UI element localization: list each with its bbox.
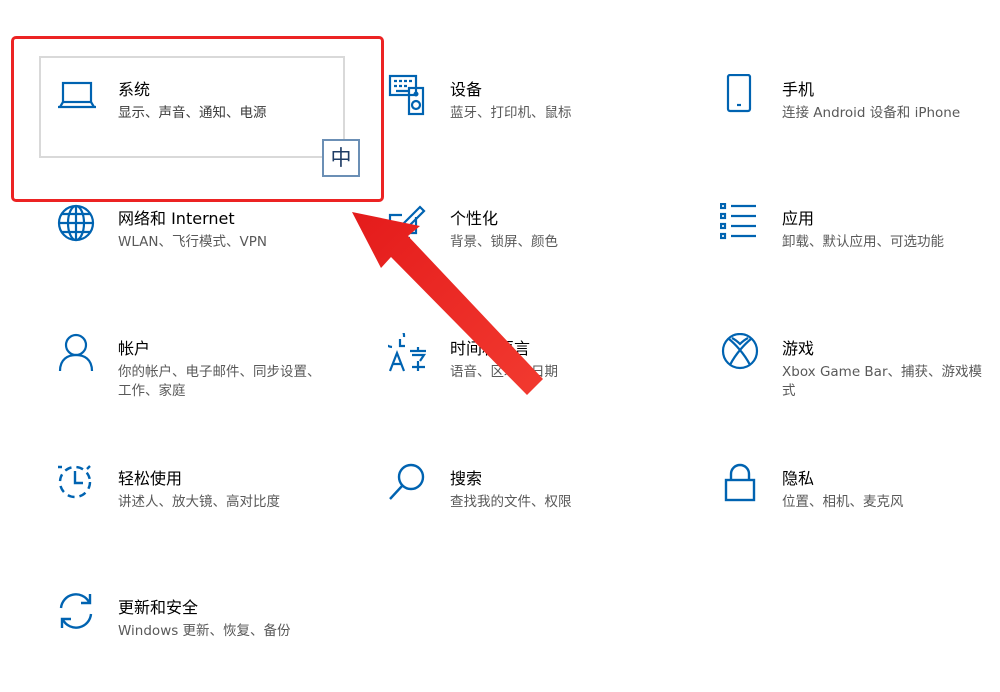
tile-description: 你的帐户、电子邮件、同步设置、工作、家庭 [118, 364, 321, 399]
tile-title: 隐私 [782, 469, 815, 488]
sync-icon [56, 592, 96, 636]
settings-tile-update-security[interactable]: 更新和安全 Windows 更新、恢复、备份 [56, 592, 356, 692]
tile-description: WLAN、飞行模式、VPN [118, 234, 267, 250]
tile-description: 讲述人、放大镜、高对比度 [118, 494, 280, 510]
settings-tile-search[interactable]: 搜索 查找我的文件、权限 [388, 463, 688, 563]
tile-title: 搜索 [450, 469, 483, 488]
phone-icon [720, 74, 760, 118]
settings-tile-time-language[interactable]: 时间和语言 语音、区域、日期 [388, 333, 688, 433]
tile-description: 卸载、默认应用、可选功能 [782, 234, 944, 250]
tile-title: 帐户 [118, 339, 151, 358]
settings-tile-apps[interactable]: 应用 卸载、默认应用、可选功能 [720, 203, 1000, 303]
settings-tile-network[interactable]: 网络和 Internet WLAN、飞行模式、VPN [56, 203, 356, 303]
tile-description: 语音、区域、日期 [450, 364, 558, 380]
settings-tile-accounts[interactable]: 帐户 你的帐户、电子邮件、同步设置、工作、家庭 [56, 333, 356, 433]
tile-description: 查找我的文件、权限 [450, 494, 572, 510]
keyboard-speaker-icon [388, 74, 428, 118]
tile-description: 连接 Android 设备和 iPhone [782, 105, 961, 121]
settings-tile-ease-of-access[interactable]: 轻松使用 讲述人、放大镜、高对比度 [56, 463, 356, 563]
apps-list-icon [720, 203, 760, 247]
tile-description: Windows 更新、恢复、备份 [118, 623, 291, 639]
lock-icon [720, 463, 760, 507]
tile-title: 个性化 [450, 209, 499, 228]
ease-of-access-icon [56, 463, 96, 507]
tile-title: 游戏 [782, 339, 815, 358]
tile-title: 设备 [450, 80, 483, 99]
annotation-highlight-frame [11, 36, 384, 202]
person-icon [56, 333, 96, 377]
settings-tile-phone[interactable]: 手机 连接 Android 设备和 iPhone [720, 74, 1000, 174]
settings-tile-gaming[interactable]: 游戏 Xbox Game Bar、捕获、游戏模式 [720, 333, 1000, 433]
time-language-icon [388, 333, 428, 377]
settings-tile-privacy[interactable]: 隐私 位置、相机、麦克风 [720, 463, 1000, 563]
magnifier-icon [388, 463, 428, 507]
tile-title: 轻松使用 [118, 469, 183, 488]
paint-brush-icon [388, 203, 428, 247]
settings-tile-devices[interactable]: 设备 蓝牙、打印机、鼠标 [388, 74, 688, 174]
globe-icon [56, 203, 96, 247]
tile-title: 网络和 Internet [118, 209, 235, 228]
tile-description: 背景、锁屏、颜色 [450, 234, 558, 250]
tile-description: 位置、相机、麦克风 [782, 494, 904, 510]
tile-title: 手机 [782, 80, 815, 99]
settings-tile-personalization[interactable]: 个性化 背景、锁屏、颜色 [388, 203, 688, 303]
tile-title: 时间和语言 [450, 339, 531, 358]
xbox-icon [720, 333, 760, 377]
tile-title: 应用 [782, 209, 815, 228]
tile-description: Xbox Game Bar、捕获、游戏模式 [782, 364, 983, 399]
tile-description: 蓝牙、打印机、鼠标 [450, 105, 572, 121]
tile-title: 更新和安全 [118, 598, 199, 617]
